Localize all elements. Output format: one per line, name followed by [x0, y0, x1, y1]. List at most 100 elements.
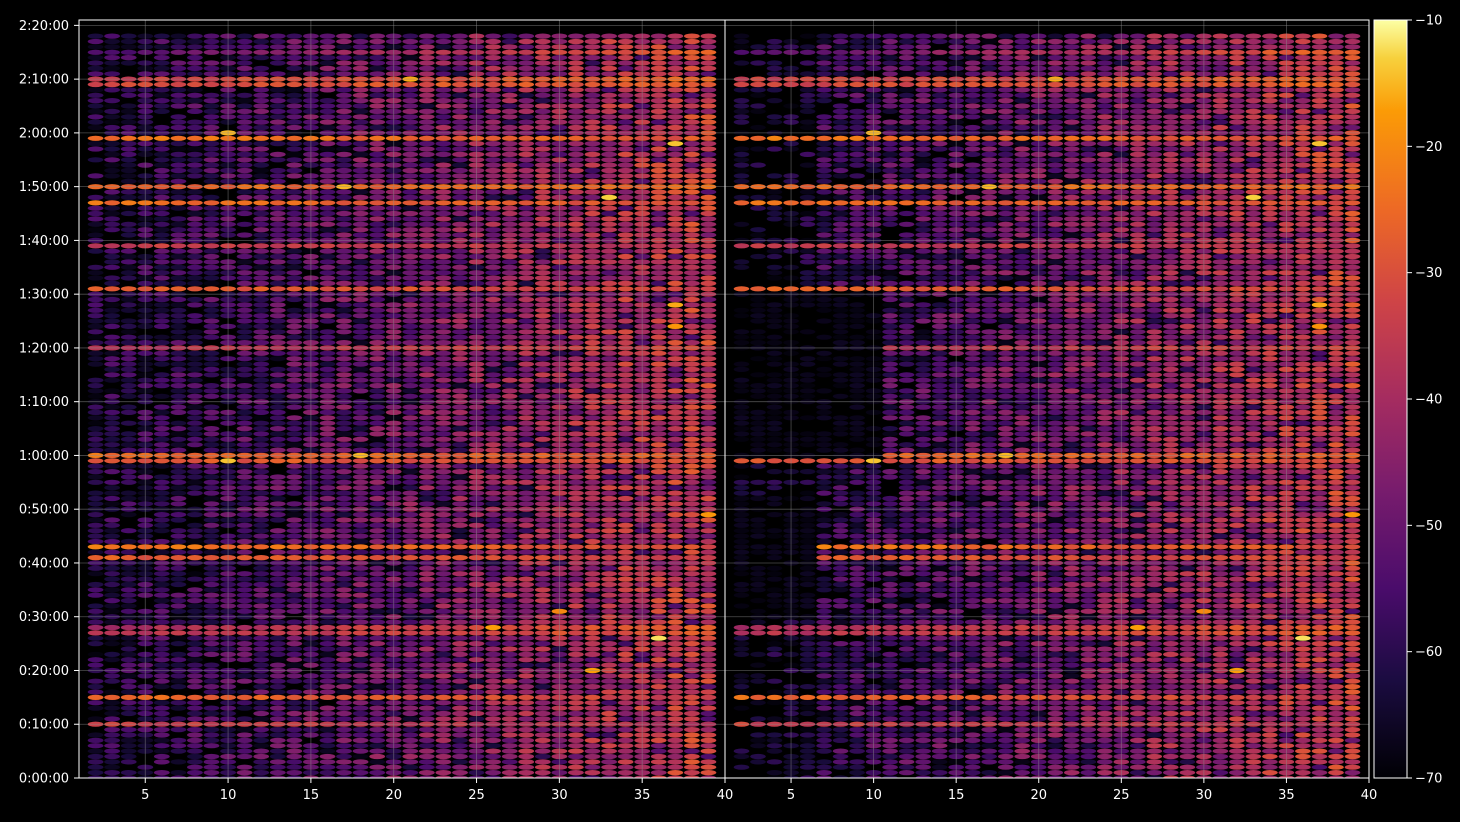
heatmap-cell	[568, 361, 584, 367]
heatmap-cell	[650, 124, 667, 131]
heatmap-cell	[187, 372, 203, 378]
heatmap-cell	[352, 307, 369, 313]
heatmap-cell	[336, 87, 352, 93]
heatmap-cell	[402, 684, 419, 690]
heatmap-cell	[601, 119, 617, 125]
heatmap-cell	[153, 635, 170, 641]
heatmap-cell	[336, 340, 352, 346]
heatmap-cell	[452, 571, 468, 577]
heatmap-cell	[617, 141, 634, 147]
heatmap-cell	[120, 141, 137, 147]
heatmap-cell	[236, 748, 253, 754]
heatmap-cell	[369, 173, 386, 179]
heatmap-cell	[435, 146, 452, 152]
heatmap-cell	[319, 329, 336, 335]
heatmap-cell	[435, 108, 452, 114]
heatmap-cell	[667, 243, 684, 249]
heatmap-cell	[170, 393, 187, 399]
heatmap-cell	[584, 764, 601, 770]
heatmap-cell	[336, 162, 352, 168]
heatmap-cell	[203, 146, 220, 152]
heatmap-cell	[418, 426, 435, 432]
heatmap-cell	[286, 469, 303, 475]
heatmap-cell	[667, 420, 684, 426]
heatmap-cell	[684, 646, 700, 652]
heatmap-cell	[87, 684, 104, 690]
heatmap-cell	[369, 81, 386, 88]
heatmap-cell	[402, 490, 419, 496]
heatmap-cell	[187, 275, 203, 281]
heatmap-cell	[203, 383, 220, 389]
heatmap-cell	[352, 108, 369, 114]
heatmap-cell	[684, 732, 700, 738]
heatmap-cell	[336, 377, 352, 383]
heatmap-cell	[485, 608, 501, 614]
heatmap-cell	[650, 270, 667, 276]
heatmap-cell	[187, 415, 203, 421]
heatmap-cell	[568, 340, 584, 346]
heatmap-cell	[402, 210, 419, 217]
heatmap-cell	[319, 151, 336, 157]
heatmap-cell	[418, 495, 435, 502]
heatmap-cell	[170, 141, 187, 147]
heatmap-cell	[534, 684, 551, 690]
heatmap-cell	[684, 302, 700, 308]
heatmap-cell	[203, 442, 220, 448]
heatmap-cell	[501, 162, 518, 168]
heatmap-cell	[153, 420, 170, 426]
heatmap-cell	[153, 146, 170, 152]
heatmap-cell	[650, 210, 667, 217]
heatmap-cell	[203, 227, 220, 233]
heatmap-cell	[153, 565, 170, 571]
heatmap-cell	[650, 581, 667, 588]
heatmap-cell	[203, 205, 220, 211]
heatmap-cell	[684, 243, 700, 249]
heatmap-cell	[617, 431, 634, 437]
heatmap-cell	[170, 189, 187, 195]
heatmap-cell	[584, 286, 601, 292]
heatmap-cell	[286, 700, 303, 706]
heatmap-cell	[650, 463, 667, 469]
heatmap-cell	[269, 571, 286, 577]
heatmap-cell	[684, 216, 700, 222]
heatmap-cell	[153, 318, 170, 324]
heatmap-cell	[104, 253, 120, 260]
heatmap-cell	[418, 55, 435, 61]
heatmap-cell	[617, 555, 634, 561]
heatmap-cell	[170, 377, 187, 383]
heatmap-cell	[104, 323, 120, 329]
heatmap-cell	[534, 124, 551, 131]
heatmap-cell	[236, 146, 253, 152]
heatmap-cell	[187, 216, 203, 222]
heatmap-cell	[369, 146, 386, 152]
heatmap-cell	[236, 495, 253, 502]
heatmap-cell	[650, 549, 667, 555]
heatmap-cell	[319, 431, 336, 437]
heatmap-cell	[269, 474, 286, 480]
heatmap-cell	[286, 587, 303, 593]
heatmap-cell	[269, 764, 286, 770]
heatmap-cell	[87, 630, 104, 636]
heatmap-cell	[187, 469, 203, 475]
heatmap-cell	[418, 388, 435, 394]
heatmap-cell	[153, 678, 170, 684]
heatmap-cell	[518, 404, 535, 410]
heatmap-cell	[684, 485, 700, 491]
heatmap-cell	[568, 157, 584, 163]
heatmap-cell	[402, 248, 419, 254]
heatmap-cell	[534, 280, 551, 286]
heatmap-cell	[601, 555, 617, 561]
heatmap-cell	[518, 366, 535, 372]
heatmap-cell	[418, 538, 435, 545]
heatmap-cell	[684, 555, 700, 561]
heatmap-cell	[650, 372, 667, 378]
heatmap-cell	[369, 694, 386, 701]
heatmap-cell	[104, 635, 120, 641]
heatmap-cell	[336, 447, 352, 453]
heatmap-cell	[187, 538, 203, 545]
heatmap-cell	[452, 662, 468, 668]
heatmap-cell	[452, 173, 468, 179]
heatmap-cell	[452, 383, 468, 389]
heatmap-cell	[336, 98, 352, 104]
heatmap-cell	[700, 124, 717, 131]
